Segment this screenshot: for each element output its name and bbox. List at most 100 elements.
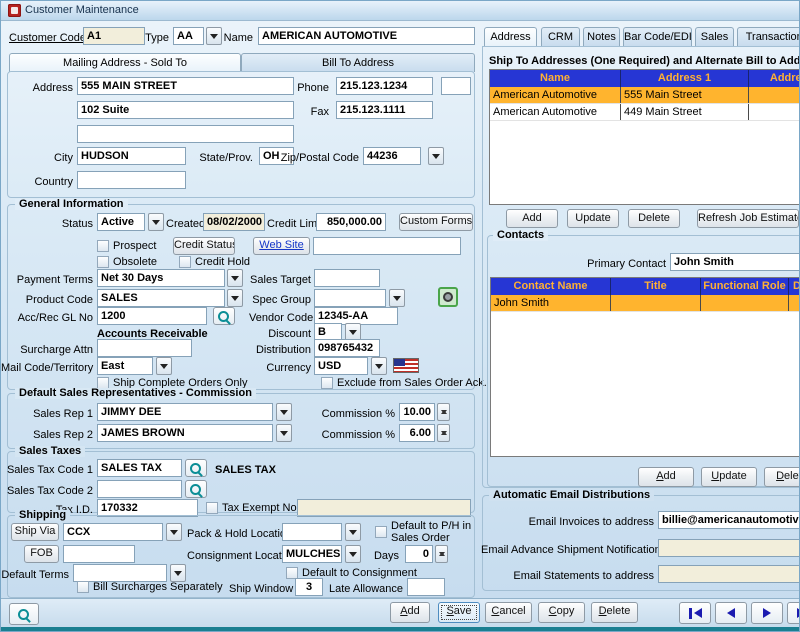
payment-terms-field[interactable]: Net 30 Days (97, 269, 225, 287)
currency-field[interactable]: USD (314, 357, 368, 375)
shipto-row-selected[interactable]: American Automotive 555 Main Street (490, 87, 800, 104)
name-field[interactable]: AMERICAN AUTOMOTIVE (258, 27, 475, 45)
refresh-job-estimates-button[interactable]: Refresh Job Estimates (697, 209, 799, 228)
email-invoices-field[interactable]: billie@americanautomotive.com (658, 511, 800, 529)
fob-field[interactable] (63, 545, 135, 563)
distribution-field[interactable]: 098765432 (314, 339, 380, 357)
ship-window-field[interactable]: 3 (295, 578, 323, 596)
web-site-button[interactable]: Web Site (253, 237, 310, 255)
contacts-add-button[interactable]: Add (638, 467, 694, 487)
zip-dropdown-arrow[interactable] (428, 147, 444, 165)
tax-code2-field[interactable] (97, 480, 182, 498)
country-field[interactable] (77, 171, 186, 189)
nav-next-button[interactable] (751, 602, 783, 624)
contacts-row-selected[interactable]: John Smith (491, 295, 800, 312)
custom-forms-button[interactable]: Custom Forms (399, 213, 473, 231)
mail-code-field[interactable]: East (97, 357, 153, 375)
nav-last-button[interactable] (787, 602, 800, 624)
payment-terms-dropdown-arrow[interactable] (227, 269, 243, 287)
shipto-row[interactable]: American Automotive 449 Main Street (490, 104, 800, 121)
sales-rep2-field[interactable]: JAMES BROWN (97, 424, 273, 442)
product-code-field[interactable]: SALES (97, 289, 225, 307)
city-field[interactable]: HUDSON (77, 147, 186, 165)
commission1-spinner[interactable] (437, 403, 450, 421)
consignment-dropdown-arrow[interactable] (345, 545, 361, 563)
nav-previous-button[interactable] (715, 602, 747, 624)
shipto-update-button[interactable]: Update (567, 209, 619, 228)
search-customer-button[interactable] (9, 603, 39, 625)
status-field[interactable]: Active (97, 213, 145, 231)
commission1-field[interactable]: 10.00 (399, 403, 435, 421)
tax-code2-lookup-button[interactable] (185, 480, 207, 498)
add-button[interactable]: Add (390, 602, 430, 623)
pack-hold-dropdown-arrow[interactable] (345, 523, 361, 541)
spec-group-field[interactable] (314, 289, 386, 307)
currency-dropdown-arrow[interactable] (371, 357, 387, 375)
pack-hold-field[interactable] (282, 523, 342, 541)
days-spinner[interactable] (435, 545, 448, 563)
commission2-spinner[interactable] (437, 424, 450, 442)
email-statements-field[interactable] (658, 565, 800, 583)
credit-limit-field[interactable]: 850,000.00 (316, 213, 386, 231)
accrec-lookup-button[interactable] (213, 307, 235, 325)
web-site-field[interactable] (313, 237, 461, 255)
tab-address[interactable]: Address (484, 27, 537, 46)
accrec-gl-field[interactable]: 1200 (97, 307, 207, 325)
tax-exempt-checkbox[interactable] (206, 502, 218, 514)
spec-group-dropdown-arrow[interactable] (389, 289, 405, 307)
tax-code1-field[interactable]: SALES TAX (97, 459, 182, 477)
shipto-delete-button[interactable]: Delete (628, 209, 680, 228)
sales-rep1-field[interactable]: JIMMY DEE (97, 403, 273, 421)
product-code-dropdown-arrow[interactable] (227, 289, 243, 307)
credit-hold-checkbox[interactable] (179, 256, 191, 268)
tab-barcode-edi[interactable]: Bar Code/EDI (623, 27, 692, 46)
tab-mailing-address[interactable]: Mailing Address - Sold To (9, 53, 241, 72)
email-asn-field[interactable] (658, 539, 800, 557)
address-line3-field[interactable] (77, 125, 294, 143)
sales-target-field[interactable] (314, 269, 380, 287)
sales-rep2-dropdown-arrow[interactable] (276, 424, 292, 442)
customer-code-label[interactable]: Customer Code (9, 31, 81, 45)
days-field[interactable]: 0 (405, 545, 433, 563)
default-ph-checkbox[interactable] (375, 526, 387, 538)
default-terms-dropdown-arrow[interactable] (170, 564, 186, 582)
delete-button[interactable]: Delete (591, 602, 638, 623)
consignment-field[interactable]: MULCHES (282, 545, 342, 563)
tax-code1-lookup-button[interactable] (185, 459, 207, 477)
fob-button[interactable]: FOB (24, 545, 59, 563)
zip-field[interactable]: 44236 (363, 147, 421, 165)
nav-first-button[interactable] (679, 602, 711, 624)
commission2-field[interactable]: 6.00 (399, 424, 435, 442)
ship-via-dropdown-arrow[interactable] (166, 523, 182, 541)
tab-crm[interactable]: CRM (541, 27, 580, 46)
type-field[interactable]: AA (173, 27, 204, 45)
save-button[interactable]: Save (438, 602, 480, 623)
bill-surcharges-checkbox[interactable] (77, 581, 89, 593)
tab-bill-to-address[interactable]: Bill To Address (241, 53, 475, 72)
fax-field[interactable]: 215.123.1111 (336, 101, 433, 119)
phone-ext-field[interactable] (441, 77, 471, 95)
primary-contact-field[interactable]: John Smith (670, 253, 800, 271)
tab-transactions[interactable]: Transactions (737, 27, 800, 46)
exclude-ack-checkbox[interactable] (321, 377, 333, 389)
tab-notes[interactable]: Notes (583, 27, 620, 46)
mail-code-dropdown-arrow[interactable] (156, 357, 172, 375)
late-allowance-field[interactable] (407, 578, 445, 596)
surcharge-attn-field[interactable] (97, 339, 192, 357)
address-line1-field[interactable]: 555 MAIN STREET (77, 77, 294, 95)
phone-field[interactable]: 215.123.1234 (336, 77, 433, 95)
obsolete-checkbox[interactable] (97, 256, 109, 268)
cancel-button[interactable]: Cancel (485, 602, 532, 623)
contact-photo-icon[interactable] (438, 287, 458, 307)
ship-via-button[interactable]: Ship Via (11, 523, 59, 541)
contacts-delete-button[interactable]: Delete (764, 467, 800, 487)
credit-status-button[interactable]: Credit Status (173, 237, 235, 255)
sales-rep1-dropdown-arrow[interactable] (276, 403, 292, 421)
default-terms-field[interactable] (73, 564, 167, 582)
copy-button[interactable]: Copy (538, 602, 585, 623)
prospect-checkbox[interactable] (97, 240, 109, 252)
shipto-add-button[interactable]: Add (506, 209, 558, 228)
address-line2-field[interactable]: 102 Suite (77, 101, 294, 119)
tab-sales[interactable]: Sales (695, 27, 734, 46)
status-dropdown-arrow[interactable] (148, 213, 164, 231)
